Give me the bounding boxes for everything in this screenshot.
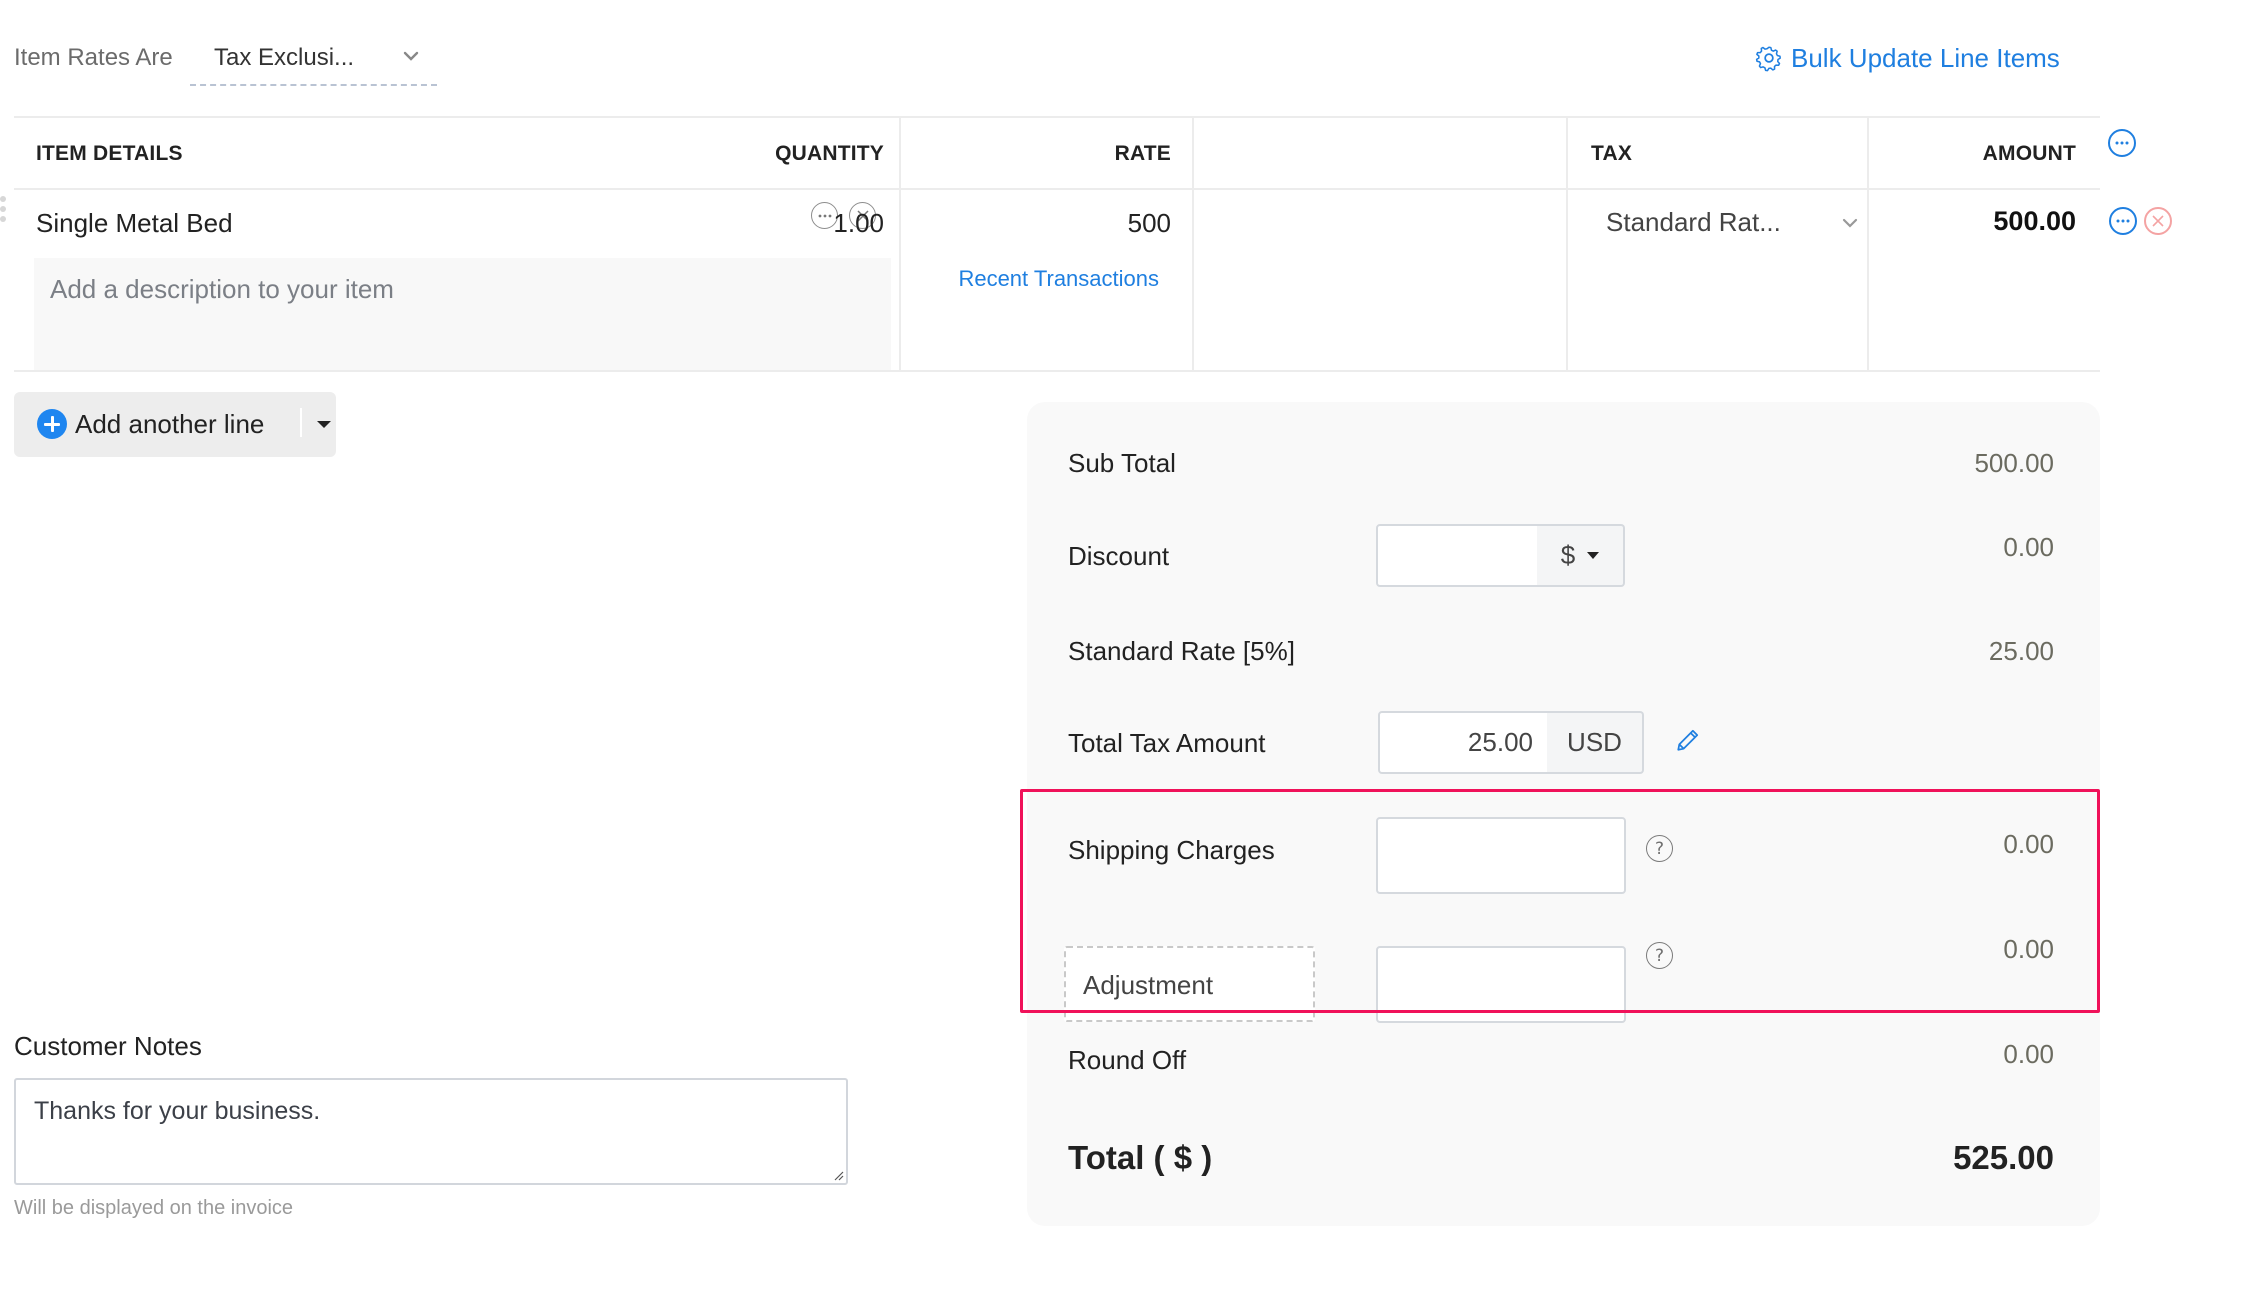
tax-select-value: Standard Rat...: [1606, 207, 1781, 237]
item-rates-label: Item Rates Are: [14, 44, 173, 71]
table-header: ITEM DETAILS QUANTITY RATE TAX AMOUNT: [14, 118, 2100, 190]
totals-panel: Sub Total 500.00 Discount $ 0.00 Standar…: [1027, 402, 2100, 1226]
quantity-input[interactable]: 1.00: [833, 206, 884, 240]
adjustment-value: 0.00: [2003, 934, 2054, 964]
adjustment-label: Adjustment: [1083, 970, 1214, 1000]
customer-notes-text: Thanks for your business.: [34, 1097, 321, 1125]
customer-notes-textarea[interactable]: Thanks for your business.: [14, 1078, 848, 1185]
discount-value: 0.00: [2003, 532, 2054, 562]
item-description-placeholder: Add a description to your item: [50, 274, 394, 304]
resize-grip-icon[interactable]: [832, 1169, 844, 1181]
column-divider: [1566, 118, 1568, 372]
total-tax-currency: USD: [1547, 711, 1644, 774]
customer-notes-hint: Will be displayed on the invoice: [14, 1197, 294, 1219]
round-off-value: 0.00: [2003, 1039, 2054, 1069]
column-divider: [1867, 118, 1869, 372]
add-another-line-button[interactable]: Add another line: [14, 392, 336, 457]
chevron-down-icon: [403, 51, 419, 61]
tax-line-label: Standard Rate [5%]: [1068, 636, 1295, 666]
rate-input[interactable]: 500: [1128, 206, 1171, 240]
bulk-update-label: Bulk Update Line Items: [1791, 42, 2060, 73]
customer-notes-label: Customer Notes: [14, 1031, 202, 1061]
ellipsis-icon: [2116, 219, 2130, 223]
round-off-label: Round Off: [1068, 1045, 1187, 1075]
adjustment-label-input[interactable]: Adjustment: [1064, 946, 1315, 1022]
sub-total-value: 500.00: [1974, 448, 2054, 478]
adjustment-input[interactable]: [1376, 946, 1626, 1023]
gear-icon: [1755, 46, 1781, 72]
item-rates-select[interactable]: Tax Exclusi...: [190, 40, 437, 86]
bulk-update-line-items-link[interactable]: Bulk Update Line Items: [1755, 40, 2060, 76]
total-tax-input[interactable]: 25.00: [1378, 711, 1549, 774]
remove-row-button[interactable]: [2144, 207, 2172, 235]
caret-down-icon[interactable]: [317, 421, 331, 428]
total-tax-label: Total Tax Amount: [1068, 728, 1266, 758]
discount-input[interactable]: [1376, 524, 1539, 587]
header-quantity: QUANTITY: [775, 142, 884, 165]
tax-select[interactable]: Standard Rat...: [1594, 204, 1864, 244]
item-description-input[interactable]: Add a description to your item: [34, 258, 891, 370]
close-icon: [2152, 215, 2164, 227]
sub-total-label: Sub Total: [1068, 448, 1176, 478]
discount-unit-select[interactable]: $: [1537, 524, 1625, 587]
header-tax: TAX: [1591, 142, 1633, 165]
caret-down-icon: [1587, 552, 1600, 559]
pencil-icon[interactable]: [1675, 727, 1701, 753]
tax-line-value: 25.00: [1988, 636, 2054, 666]
column-divider: [899, 118, 901, 372]
chevron-down-icon: [1842, 218, 1858, 228]
plus-circle-icon: [37, 409, 67, 439]
discount-unit-value: $: [1560, 540, 1576, 570]
drag-handle-icon[interactable]: [0, 196, 7, 228]
help-icon[interactable]: ?: [1646, 942, 1673, 969]
row-options-button[interactable]: [2109, 207, 2137, 235]
shipping-charges-label: Shipping Charges: [1068, 835, 1275, 865]
item-rates-value: Tax Exclusi...: [214, 44, 355, 71]
discount-label: Discount: [1068, 541, 1170, 571]
recent-transactions-link[interactable]: Recent Transactions: [958, 264, 1159, 294]
ellipsis-icon: [2115, 141, 2129, 145]
total-label: Total ( $ ): [1068, 1139, 1213, 1176]
header-amount: AMOUNT: [1982, 142, 2076, 165]
line-items-table: ITEM DETAILS QUANTITY RATE TAX AMOUNT Si…: [14, 116, 2100, 372]
column-divider: [1192, 118, 1194, 372]
item-name[interactable]: Single Metal Bed: [36, 206, 233, 240]
header-item-details: ITEM DETAILS: [36, 142, 183, 165]
add-another-line-label: Add another line: [75, 409, 265, 439]
table-options-button[interactable]: [2108, 129, 2136, 157]
total-value: 525.00: [1953, 1139, 2054, 1176]
ellipsis-icon: [818, 214, 831, 217]
line-amount: 500.00: [1993, 206, 2076, 236]
shipping-charges-value: 0.00: [2003, 829, 2054, 859]
button-divider: [300, 408, 302, 437]
shipping-charges-input[interactable]: [1376, 817, 1626, 894]
header-rate: RATE: [1114, 142, 1171, 165]
help-icon[interactable]: ?: [1646, 835, 1673, 862]
